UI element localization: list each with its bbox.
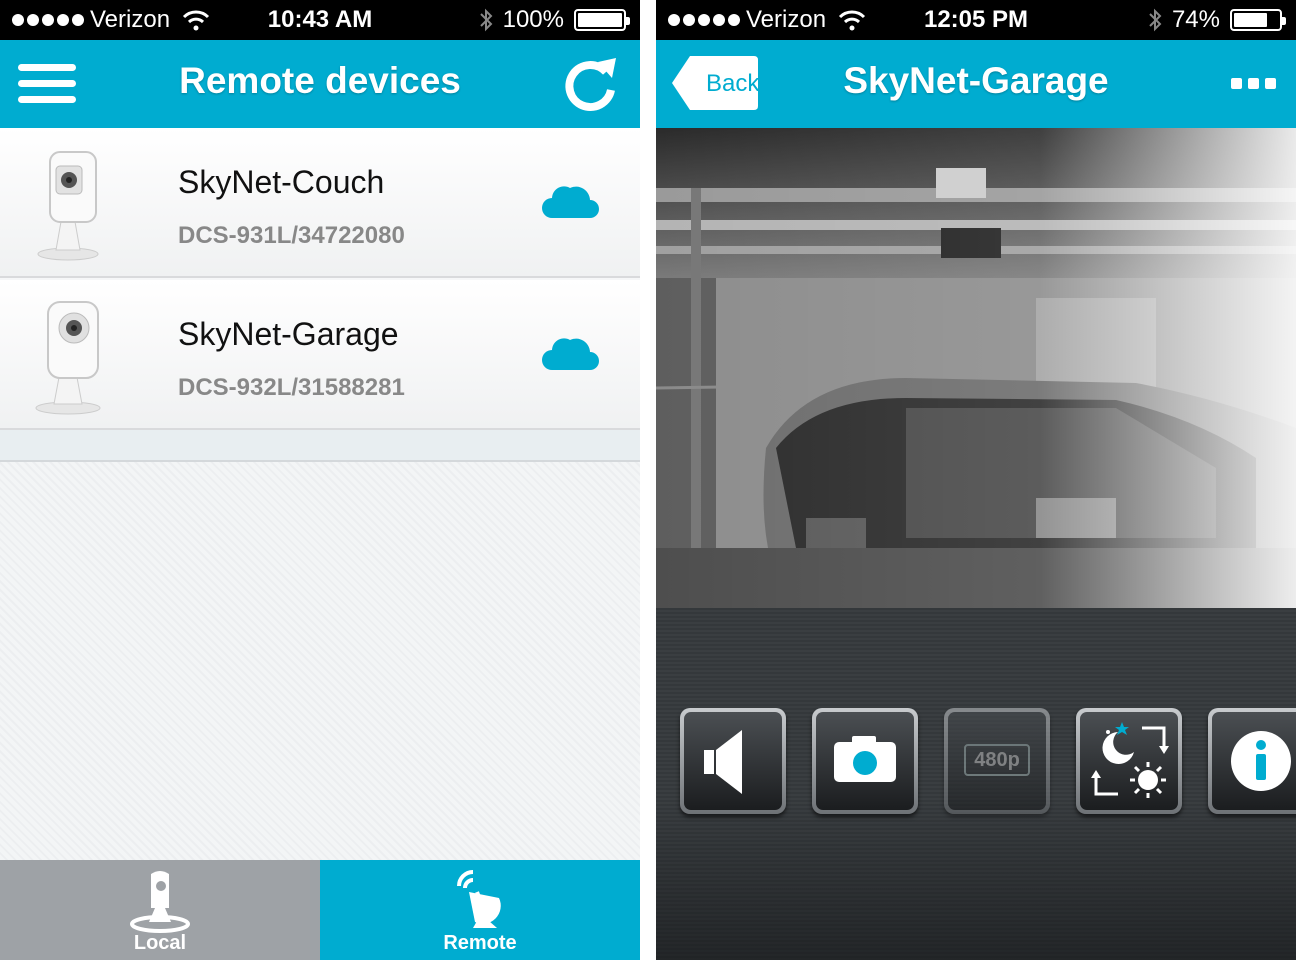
tab-local[interactable]: Local — [0, 860, 320, 960]
device-name: SkyNet-Couch — [178, 164, 385, 200]
bluetooth-icon — [1149, 8, 1162, 32]
live-video-feed[interactable] — [656, 128, 1296, 608]
device-name: SkyNet-Garage — [178, 316, 399, 352]
day-night-icon — [1091, 722, 1169, 798]
bluetooth-icon — [479, 8, 493, 32]
audio-button[interactable] — [680, 708, 786, 814]
device-row-skynet-couch[interactable]: SkyNet-Couch DCS-931L/34722080 — [0, 128, 640, 278]
garage-camera-image — [656, 128, 1296, 608]
resolution-icon: 480p — [948, 712, 1046, 810]
resolution-button[interactable]: 480p — [944, 708, 1050, 814]
device-row-skynet-garage[interactable]: SkyNet-Garage DCS-932L/31588281 — [0, 280, 640, 430]
app-header: Remote devices — [0, 40, 640, 128]
remote-devices-screen: Verizon 10:43 AM 100% Remote devices Sky… — [0, 0, 640, 960]
cloud-icon — [542, 186, 599, 218]
battery-percent: 100% — [502, 6, 564, 33]
info-icon — [1231, 731, 1291, 791]
info-button[interactable] — [1208, 708, 1296, 814]
satellite-dish-icon — [457, 870, 501, 928]
camera-device-icon — [35, 301, 101, 415]
tab-remote[interactable]: Remote — [320, 860, 640, 960]
day-night-button[interactable] — [1076, 708, 1182, 814]
more-options-icon[interactable] — [1231, 78, 1276, 89]
tab-label: Remote — [443, 932, 517, 954]
tab-label: Local — [133, 932, 187, 954]
battery-percent: 74% — [1171, 6, 1220, 33]
camera-device-icon — [37, 151, 99, 261]
refresh-icon[interactable] — [562, 54, 618, 112]
camera-local-icon — [130, 871, 190, 933]
page-title: SkyNet-Garage — [843, 60, 1109, 101]
battery-icon — [1230, 9, 1286, 31]
device-model: DCS-932L/31588281 — [178, 374, 405, 401]
cloud-icon — [542, 338, 599, 370]
camera-controls: 480p — [656, 608, 1296, 960]
snapshot-button[interactable] — [812, 708, 918, 814]
live-view-screen: Verizon 12:05 PM 74% Back SkyNet-Garage — [656, 0, 1296, 960]
status-bar: Verizon 10:43 AM 100% — [0, 0, 640, 40]
app-header: Back SkyNet-Garage — [656, 40, 1296, 128]
page-title: Remote devices — [179, 60, 461, 101]
snapshot-camera-icon — [834, 736, 896, 782]
tab-bar: Local Remote — [0, 860, 640, 960]
empty-list-area — [0, 462, 640, 860]
speaker-icon — [704, 730, 742, 794]
battery-icon — [574, 9, 630, 31]
device-model: DCS-931L/34722080 — [178, 222, 405, 249]
list-footer — [0, 430, 640, 462]
resolution-label: 480p — [964, 744, 1030, 776]
status-bar: Verizon 12:05 PM 74% — [656, 0, 1296, 40]
